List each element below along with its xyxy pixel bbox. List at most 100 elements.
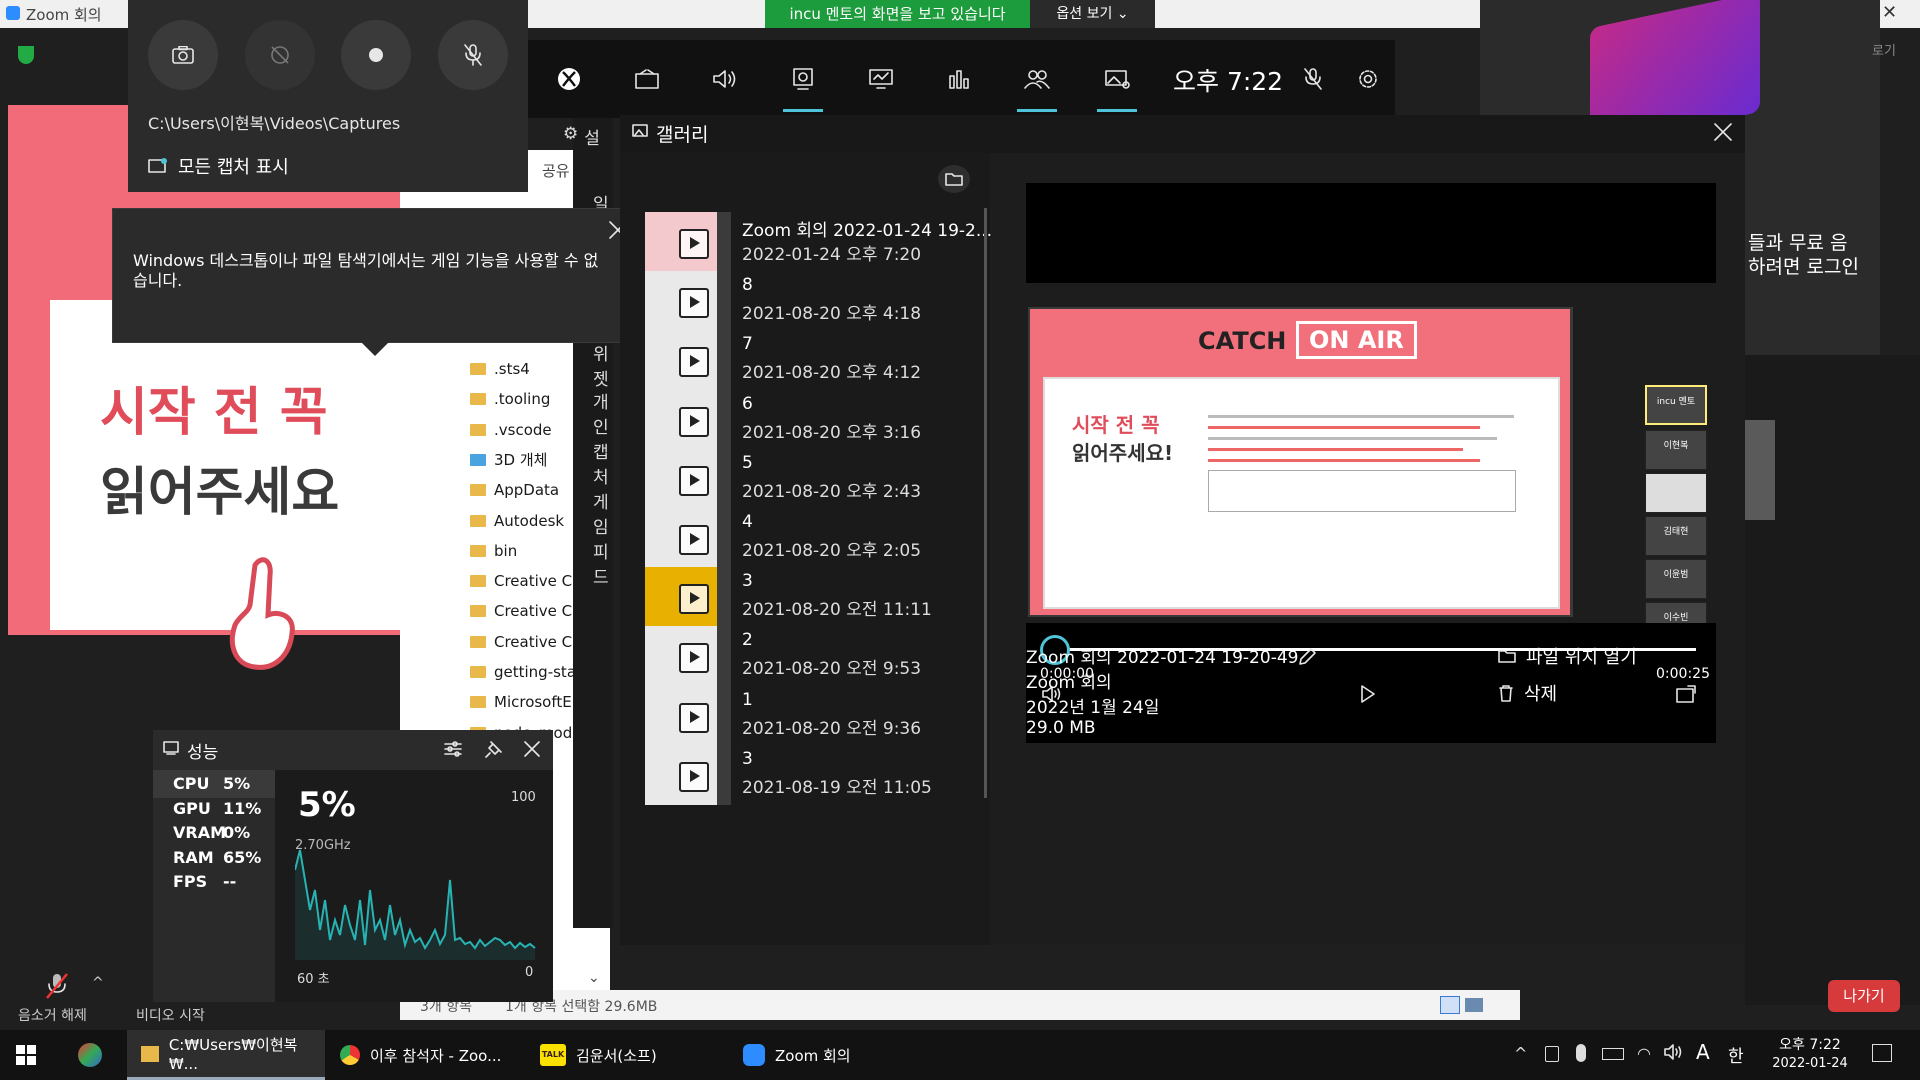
- next-arrow-icon[interactable]: [1745, 420, 1775, 520]
- promo-text-line1: 들과 무료 음: [1748, 232, 1848, 254]
- start-recording-button[interactable]: [341, 20, 411, 90]
- leave-button[interactable]: 나가기: [1828, 980, 1900, 1012]
- folder-item[interactable]: 3D 개체: [470, 446, 547, 474]
- open-file-location-button[interactable]: 파일 위치 열기: [1498, 643, 1637, 669]
- play-button[interactable]: [1360, 685, 1376, 703]
- tray-chevron-icon[interactable]: ^: [1514, 1044, 1527, 1063]
- gallery-button[interactable]: [1078, 40, 1156, 118]
- settings-nav-item[interactable]: 개인: [593, 388, 613, 438]
- folder-item[interactable]: Creative Cl: [470, 567, 576, 595]
- details-view-icon[interactable]: [1440, 996, 1460, 1014]
- capture-item[interactable]: 1 2021-08-20 오전 9:36: [645, 685, 975, 750]
- capture-size: 29.0 MB: [1026, 718, 1096, 738]
- resources-button[interactable]: [920, 40, 998, 118]
- share-tab[interactable]: 공유: [542, 160, 570, 181]
- folder-item[interactable]: bin: [470, 537, 517, 565]
- widget-menu-button[interactable]: [608, 40, 686, 118]
- folder-item[interactable]: getting-sta: [470, 658, 576, 686]
- record-last-button[interactable]: [245, 20, 315, 90]
- expand-icon: [1676, 685, 1696, 703]
- capture-item[interactable]: Zoom 회의 2022-01-24 19-2... 2022-01-24 오후 …: [645, 212, 992, 276]
- taskbar-explorer[interactable]: C:₩Users₩이현복₩...: [127, 1030, 325, 1080]
- capture-item[interactable]: 5 2021-08-20 오후 2:43: [645, 448, 975, 513]
- capture-item[interactable]: 8 2021-08-20 오후 4:18: [645, 271, 975, 335]
- capture-button[interactable]: [764, 40, 842, 118]
- battery-icon[interactable]: [1602, 1048, 1624, 1060]
- capture-widget: C:\Users\이현복\Videos\Captures 모든 캡처 표시: [128, 0, 528, 192]
- show-all-captures-link[interactable]: 모든 캡처 표시: [148, 153, 289, 179]
- ime-mode[interactable]: A: [1696, 1040, 1710, 1064]
- capture-thumbnail: [645, 448, 731, 509]
- mic-icon[interactable]: [1576, 1044, 1586, 1062]
- taskbar-zoom[interactable]: Zoom 회의: [743, 1030, 923, 1080]
- settings-nav-item[interactable]: 피드: [593, 538, 613, 588]
- perf-metric-row[interactable]: VRAM0%: [173, 823, 250, 842]
- unmute-label[interactable]: 음소거 해제: [18, 1005, 87, 1025]
- folder-item[interactable]: .vscode: [470, 416, 552, 444]
- volume-icon[interactable]: [1664, 1042, 1684, 1062]
- social-button[interactable]: [998, 40, 1076, 118]
- chevron-down-icon[interactable]: ⌄: [588, 970, 600, 986]
- capture-item[interactable]: 7 2021-08-20 오후 4:12: [645, 330, 975, 394]
- start-button[interactable]: [15, 1030, 45, 1080]
- taskbar-kakaotalk[interactable]: TALK 김윤서(소프): [540, 1030, 720, 1080]
- start-video-label[interactable]: 비디오 시작: [136, 1005, 205, 1025]
- performance-widget: 성능 CPU 5% GPU 11% VRAM0% RAM 65% FPS -- 5% 2.70G…: [153, 730, 553, 1002]
- folder-icon: [141, 1045, 159, 1062]
- video-preview[interactable]: CATCH ON AIR 시작 전 꼭 읽어주세요!: [1028, 307, 1573, 617]
- record-dot-icon: [369, 48, 383, 62]
- notification-icon[interactable]: [1872, 1044, 1892, 1062]
- folder-item[interactable]: AppData: [470, 476, 559, 504]
- folder-item[interactable]: MicrosoftE: [470, 688, 572, 716]
- wifi-icon[interactable]: ◠: [1637, 1044, 1651, 1063]
- perf-metric-row[interactable]: FPS --: [173, 872, 236, 891]
- folder-item[interactable]: Creative Cl: [470, 628, 576, 656]
- folder-item[interactable]: Creative Cl: [470, 597, 576, 625]
- capture-thumbnail: [645, 626, 731, 687]
- folder-item[interactable]: .tooling: [470, 385, 550, 413]
- rename-button[interactable]: [1297, 647, 1317, 667]
- perf-metric-row[interactable]: CPU 5%: [173, 774, 250, 793]
- ime-hangul[interactable]: 한: [1728, 1042, 1744, 1067]
- open-folder-button[interactable]: [938, 165, 970, 193]
- screenshot-button[interactable]: [148, 20, 218, 90]
- preview-heading2: 읽어주세요!: [1072, 441, 1174, 465]
- scrollbar[interactable]: [984, 208, 987, 798]
- settings-button[interactable]: [1340, 40, 1395, 118]
- mic-options-chevron-icon[interactable]: ^: [92, 975, 104, 991]
- mic-mute-button[interactable]: [1288, 40, 1338, 118]
- fullscreen-button[interactable]: [1676, 685, 1696, 703]
- capture-item[interactable]: 3 2021-08-20 오전 11:11: [645, 567, 975, 631]
- xbox-button[interactable]: [530, 40, 608, 118]
- windows-icon: [16, 1045, 36, 1065]
- capture-item[interactable]: 4 2021-08-20 오후 2:05: [645, 508, 975, 572]
- capture-item[interactable]: 6 2021-08-20 오후 3:16: [645, 389, 975, 454]
- folder-item[interactable]: Autodesk: [470, 507, 564, 535]
- close-icon[interactable]: ✕: [1882, 2, 1897, 23]
- thumbnail-view-icon[interactable]: [1465, 998, 1483, 1012]
- perf-metric-row[interactable]: GPU 11%: [173, 799, 261, 818]
- capture-item[interactable]: 2 2021-08-20 오전 9:53: [645, 626, 975, 690]
- settings-nav-item[interactable]: 위젯: [593, 340, 613, 390]
- mic-toggle-button[interactable]: [438, 20, 508, 90]
- close-icon[interactable]: [1712, 121, 1734, 143]
- capture-item[interactable]: 3 2021-08-19 오전 11:05: [645, 744, 975, 809]
- shield-icon: [18, 46, 34, 64]
- settings-nav-item[interactable]: 캡처: [593, 438, 613, 488]
- close-icon[interactable]: [523, 740, 541, 758]
- webcam-icon[interactable]: [1545, 1046, 1559, 1062]
- pin-icon[interactable]: [485, 740, 503, 758]
- performance-button[interactable]: [842, 40, 920, 118]
- audio-button[interactable]: [686, 40, 764, 118]
- view-options-button[interactable]: 옵션 보기 ⌄: [1030, 0, 1155, 28]
- folder-item[interactable]: .sts4: [470, 355, 530, 383]
- settings-nav-item[interactable]: 게임: [593, 488, 613, 538]
- options-icon[interactable]: [443, 740, 463, 758]
- perf-metric-row[interactable]: RAM 65%: [173, 848, 261, 867]
- taskbar-date[interactable]: 2022-01-24: [1770, 1056, 1850, 1071]
- taskbar-time[interactable]: 오후 7:22: [1770, 1034, 1850, 1054]
- delete-button[interactable]: 삭제: [1498, 680, 1557, 706]
- muted-mic-icon[interactable]: [45, 972, 69, 1000]
- taskbar-chrome[interactable]: 이후 참석자 - Zoo...: [340, 1030, 520, 1080]
- pinned-app-button[interactable]: [78, 1030, 108, 1080]
